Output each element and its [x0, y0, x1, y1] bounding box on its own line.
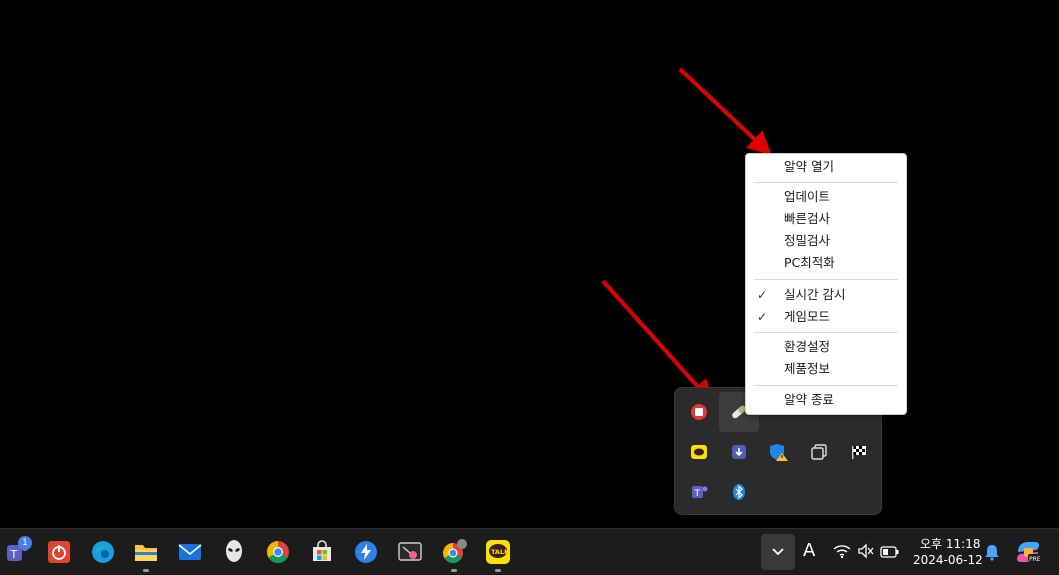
clock-date[interactable]: 2024-06-12: [913, 553, 983, 567]
wifi-icon[interactable]: [833, 543, 851, 563]
running-indicator: [143, 569, 149, 572]
mail-icon[interactable]: [172, 534, 208, 570]
menu-item-pc-optimize[interactable]: PC최적화: [746, 252, 906, 274]
menu-separator: [754, 332, 898, 333]
check-icon: ✓: [757, 288, 768, 302]
menu-item-open-alyac[interactable]: 알약 열기: [746, 156, 906, 178]
racing-flag-icon[interactable]: [839, 432, 879, 472]
power-icon[interactable]: [41, 534, 77, 570]
notification-bell-icon[interactable]: [984, 543, 1000, 565]
teams-icon[interactable]: T: [679, 472, 719, 512]
copy-windows-icon[interactable]: [799, 432, 839, 472]
download-icon[interactable]: [719, 432, 759, 472]
teams-icon[interactable]: T 1: [0, 534, 36, 570]
chevron-down-icon: [772, 548, 784, 556]
clock-time[interactable]: 오후 11:18: [920, 535, 980, 552]
kakaotalk-icon[interactable]: TALK: [480, 534, 516, 572]
svg-text:T: T: [10, 548, 18, 561]
running-indicator: [495, 569, 501, 572]
file-explorer-icon[interactable]: [128, 534, 164, 572]
bluetooth-icon[interactable]: [719, 472, 759, 512]
battery-icon[interactable]: [880, 544, 900, 563]
menu-item-exit-alyac[interactable]: 알약 종료: [746, 389, 906, 411]
menu-item-update[interactable]: 업데이트: [746, 186, 906, 208]
menu-item-product-info[interactable]: 제품정보: [746, 358, 906, 380]
menu-separator: [754, 385, 898, 386]
alyac-context-menu: 알약 열기 업데이트 빠른검사 정밀검사 PC최적화 ✓ 실시간 감시 ✓ 게임…: [745, 153, 907, 415]
edge-icon[interactable]: [85, 534, 121, 570]
svg-text:T: T: [694, 489, 701, 499]
notification-badge: 1: [18, 536, 32, 550]
chrome-icon[interactable]: [260, 534, 296, 570]
alienware-icon[interactable]: [216, 534, 252, 570]
chrome-profile-icon[interactable]: [436, 534, 472, 572]
taskbar: T 1 TALK A 오후 11:18 2024-06-12 PRE: [0, 528, 1059, 575]
menu-item-quick-scan[interactable]: 빠른검사: [746, 208, 906, 230]
lightning-app-icon[interactable]: [348, 534, 384, 570]
menu-separator: [754, 182, 898, 183]
speaker-muted-icon[interactable]: [857, 543, 875, 563]
copilot-icon[interactable]: PRE: [1014, 538, 1042, 570]
snipping-tool-icon[interactable]: [392, 534, 428, 570]
ime-indicator[interactable]: A: [803, 540, 815, 561]
arrow-to-tray-icon: [601, 279, 714, 404]
windows-security-warning-icon[interactable]: [759, 432, 799, 472]
menu-separator: [754, 279, 898, 280]
show-hidden-icons-button[interactable]: [761, 534, 795, 570]
check-icon: ✓: [757, 310, 768, 324]
copilot-badge: PRE: [1029, 556, 1041, 563]
microsoft-store-icon[interactable]: [304, 534, 340, 570]
kakaotalk-icon[interactable]: [679, 432, 719, 472]
menu-item-realtime-protection[interactable]: ✓ 실시간 감시: [746, 284, 906, 306]
menu-item-game-mode[interactable]: ✓ 게임모드: [746, 306, 906, 328]
arrow-to-menu: [678, 67, 772, 156]
red-app-icon[interactable]: [679, 392, 719, 432]
menu-item-settings[interactable]: 환경설정: [746, 336, 906, 358]
running-indicator: [451, 569, 457, 572]
menu-item-full-scan[interactable]: 정밀검사: [746, 230, 906, 252]
kakaotalk-label: TALK: [491, 548, 510, 556]
